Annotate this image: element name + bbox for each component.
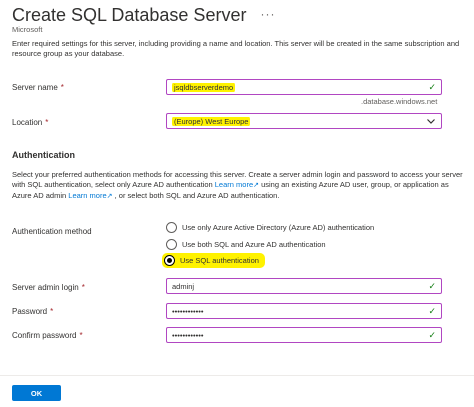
radio-circle <box>166 222 177 233</box>
radio-sql-only[interactable]: Use SQL authentication <box>162 253 265 268</box>
server-name-label: Server name * <box>12 83 64 92</box>
radio-circle <box>166 239 177 250</box>
confirm-password-value: •••••••••••• <box>172 330 204 340</box>
authentication-heading: Authentication <box>12 150 75 160</box>
password-input[interactable]: •••••••••••• ✓ <box>166 303 442 319</box>
admin-login-label: Server admin login * <box>12 283 85 292</box>
checkmark-icon: ✓ <box>428 329 436 340</box>
checkmark-icon: ✓ <box>428 280 436 291</box>
checkmark-icon: ✓ <box>428 81 436 92</box>
radio-circle-selected <box>164 255 175 266</box>
more-options-icon[interactable]: ··· <box>260 7 275 21</box>
learn-more-link-sql[interactable]: Learn more <box>215 180 253 189</box>
location-value: (Europe) West Europe <box>172 116 251 126</box>
confirm-password-label: Confirm password * <box>12 331 83 340</box>
required-marker: * <box>81 283 85 292</box>
admin-login-value: adminj <box>172 281 195 291</box>
ok-button[interactable]: OK <box>12 385 61 401</box>
radio-aad-only[interactable]: Use only Azure Active Directory (Azure A… <box>166 222 374 233</box>
authentication-method-label: Authentication method <box>12 227 92 236</box>
location-select[interactable]: (Europe) West Europe <box>166 113 442 129</box>
server-name-input[interactable]: jsqldbserverdemo ✓ <box>166 79 442 95</box>
confirm-password-input[interactable]: •••••••••••• ✓ <box>166 327 442 343</box>
page-title: Create SQL Database Server <box>12 5 247 25</box>
header: Create SQL Database Server ··· <box>12 5 275 26</box>
required-marker: * <box>50 307 54 316</box>
password-label: Password * <box>12 307 54 316</box>
admin-login-input[interactable]: adminj ✓ <box>166 278 442 294</box>
server-name-suffix: .database.windows.net <box>361 97 438 106</box>
required-marker: * <box>60 83 64 92</box>
checkmark-icon: ✓ <box>428 305 436 316</box>
learn-more-link-aad[interactable]: Learn more <box>68 191 106 200</box>
password-value: •••••••••••• <box>172 306 204 316</box>
required-marker: * <box>79 331 83 340</box>
location-label: Location * <box>12 118 49 127</box>
chevron-down-icon <box>427 119 435 124</box>
radio-sql-and-aad[interactable]: Use both SQL and Azure AD authentication <box>166 239 326 250</box>
intro-text: Enter required settings for this server,… <box>12 39 460 58</box>
publisher-label: Microsoft <box>12 25 43 34</box>
footer-divider <box>0 375 474 376</box>
authentication-description: Select your preferred authentication met… <box>12 170 463 200</box>
server-name-value: jsqldbserverdemo <box>172 82 236 92</box>
required-marker: * <box>45 118 49 127</box>
